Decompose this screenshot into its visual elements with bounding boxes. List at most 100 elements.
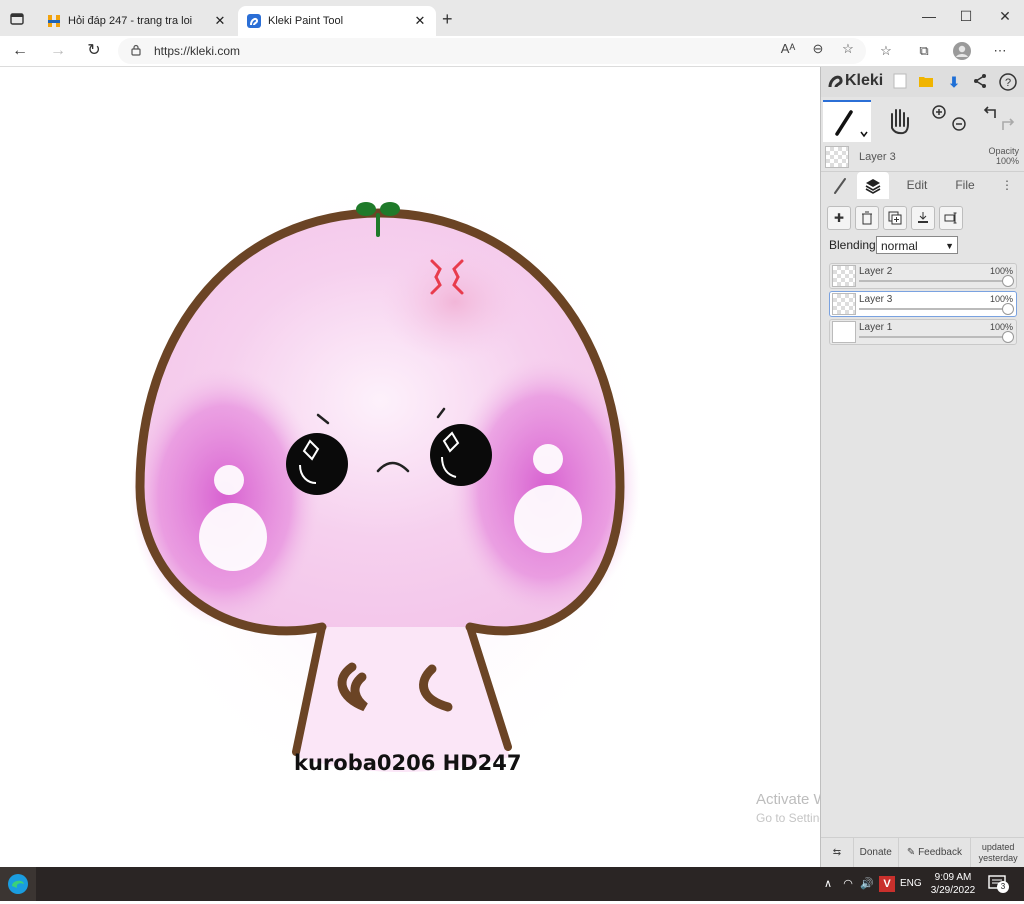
tab-file[interactable]: File <box>947 172 983 199</box>
donate-link[interactable]: Donate <box>854 838 899 868</box>
blending-select[interactable]: normal ▼ <box>876 236 958 254</box>
zoom-controls[interactable] <box>929 100 969 140</box>
feedback-label: Feedback <box>918 847 962 858</box>
back-icon[interactable]: ← <box>9 40 31 62</box>
brush-tool[interactable] <box>823 100 871 142</box>
layer-opacity-slider-handle[interactable] <box>1002 303 1014 315</box>
favorites-icon[interactable]: ☆ <box>876 41 896 61</box>
current-layer-name: Layer 3 <box>859 151 896 163</box>
more-options-icon[interactable]: ⋯ <box>990 41 1010 61</box>
clock[interactable]: 9:09 AM 3/29/2022 <box>928 871 978 897</box>
layer-name: Layer 3 <box>859 294 893 305</box>
tab-edit[interactable]: Edit <box>897 172 937 199</box>
volume-icon[interactable]: 🔊 <box>859 876 875 892</box>
merge-down-icon <box>918 212 928 223</box>
edge-icon <box>8 874 28 894</box>
collections-icon[interactable]: ⧉ <box>914 41 934 61</box>
current-layer-thumbnail <box>825 146 849 168</box>
layer-row-layer-3[interactable]: Layer 3 100% <box>829 291 1017 317</box>
address-input[interactable]: https://kleki.com Aᴬ ⊖ ☆ <box>118 38 866 64</box>
trash-icon <box>862 211 872 225</box>
hand-icon <box>891 109 909 135</box>
windows-taskbar: ∧ ◠ 🔊 V ENG 9:09 AM 3/29/2022 3 <box>0 867 1024 901</box>
antivirus-icon[interactable]: V <box>879 876 895 892</box>
edge-taskbar-button[interactable] <box>0 867 36 901</box>
brush-icon <box>835 110 868 138</box>
kleki-favicon-icon <box>246 13 262 29</box>
duplicate-icon <box>888 211 902 225</box>
tab-layers[interactable] <box>857 172 889 199</box>
undo-redo-controls[interactable] <box>979 100 1019 140</box>
layer-opacity-slider-handle[interactable] <box>1002 275 1014 287</box>
feedback-icon: ✎ <box>906 847 916 858</box>
new-image-icon[interactable] <box>891 73 909 91</box>
kleki-logo-icon <box>828 75 843 88</box>
add-layer-button[interactable]: ✚ <box>827 206 851 230</box>
artist-signature: kuroba0206 HD247 <box>294 751 522 775</box>
refresh-icon[interactable]: ↻ <box>83 40 105 62</box>
lock-icon[interactable] <box>130 44 142 56</box>
time: 9:09 AM <box>934 872 972 883</box>
tab-title: Kleki Paint Tool <box>268 15 344 27</box>
layer-opacity-slider[interactable] <box>859 280 1010 282</box>
updated-line-2: yesterday <box>978 853 1018 863</box>
profile-avatar-icon[interactable] <box>952 41 972 61</box>
feedback-link[interactable]: ✎ Feedback <box>899 838 972 868</box>
notification-count: 3 <box>997 881 1009 893</box>
layer-actions: ✚ <box>827 206 963 230</box>
open-folder-icon[interactable] <box>917 73 935 91</box>
read-aloud-icon[interactable]: Aᴬ <box>778 39 798 59</box>
tab-hoidap247[interactable]: Hỏi đáp 247 - trang tra loi ✕ <box>38 6 236 36</box>
updated-note[interactable]: updated yesterday <box>971 842 1024 864</box>
drawing-canvas[interactable]: kuroba0206 HD247 <box>0 67 820 867</box>
help-icon[interactable]: ? <box>999 73 1017 91</box>
duplicate-layer-button[interactable] <box>883 206 907 230</box>
share-icon[interactable] <box>971 73 989 91</box>
tab-title: Hỏi đáp 247 - trang tra loi <box>68 15 193 27</box>
tab-brush-settings[interactable] <box>825 172 855 199</box>
layer-row-layer-1[interactable]: Layer 1 100% <box>829 319 1017 345</box>
delete-layer-button[interactable] <box>855 206 879 230</box>
merge-down-button[interactable] <box>911 206 935 230</box>
show-hidden-icons-icon[interactable]: ∧ <box>820 876 836 892</box>
kleki-sidebar: Kleki ⬇ ? Layer 3 Opacity 100% Edit File… <box>820 67 1024 868</box>
zoom-icon[interactable]: ⊖ <box>808 39 828 59</box>
panel-tabs: Edit File ⋮ <box>821 171 1024 200</box>
kleki-topbar: Kleki ⬇ ? <box>821 67 1024 97</box>
chevron-down-icon: ▼ <box>945 241 954 251</box>
new-tab-icon[interactable]: + <box>442 10 453 28</box>
tool-row <box>821 100 1024 142</box>
layer-name: Layer 1 <box>859 322 893 333</box>
kleki-logo[interactable]: Kleki <box>827 72 883 90</box>
layer-opacity-slider[interactable] <box>859 336 1010 338</box>
layer-opacity-slider-handle[interactable] <box>1002 331 1014 343</box>
layer-row-layer-2[interactable]: Layer 2 100% <box>829 263 1017 289</box>
kleki-footer: ⇆ Donate ✎ Feedback updated yesterday <box>821 837 1024 868</box>
tab-kleki[interactable]: Kleki Paint Tool ✕ <box>238 6 436 36</box>
tab-actions-icon[interactable] <box>8 10 26 28</box>
panel-more-icon[interactable]: ⋮ <box>997 172 1017 199</box>
hoidap-favicon-icon <box>46 13 62 29</box>
download-icon[interactable]: ⬇ <box>945 73 963 91</box>
add-favorite-icon[interactable]: ☆ <box>838 39 858 59</box>
rename-layer-button[interactable] <box>939 206 963 230</box>
window-close-icon[interactable]: ✕ <box>994 8 1016 28</box>
maximize-icon[interactable]: ☐ <box>955 8 977 28</box>
undo-redo-icon <box>983 106 1015 130</box>
layer-thumbnail <box>832 321 856 343</box>
tab-close-icon[interactable]: ✕ <box>212 13 228 29</box>
address-bar-row: ← → ↻ https://kleki.com Aᴬ ⊖ ☆ ☆ ⧉ ⋯ <box>0 36 1024 67</box>
forward-icon[interactable]: → <box>47 40 69 62</box>
network-icon[interactable]: ◠ <box>840 876 856 892</box>
current-layer-bar[interactable]: Layer 3 Opacity 100% <box>821 143 1024 171</box>
layer-opacity-slider[interactable] <box>859 308 1010 310</box>
hand-tool[interactable] <box>883 100 913 140</box>
language-indicator[interactable]: ENG <box>900 878 922 889</box>
tab-close-icon[interactable]: ✕ <box>412 13 428 29</box>
swap-side-icon[interactable]: ⇆ <box>821 838 854 868</box>
blending-value: normal <box>881 239 918 253</box>
minimize-icon[interactable]: — <box>918 8 940 28</box>
blending-label: Blending <box>829 238 876 252</box>
brush-settings-icon <box>834 178 846 194</box>
notifications-icon[interactable]: 3 <box>988 875 1009 893</box>
